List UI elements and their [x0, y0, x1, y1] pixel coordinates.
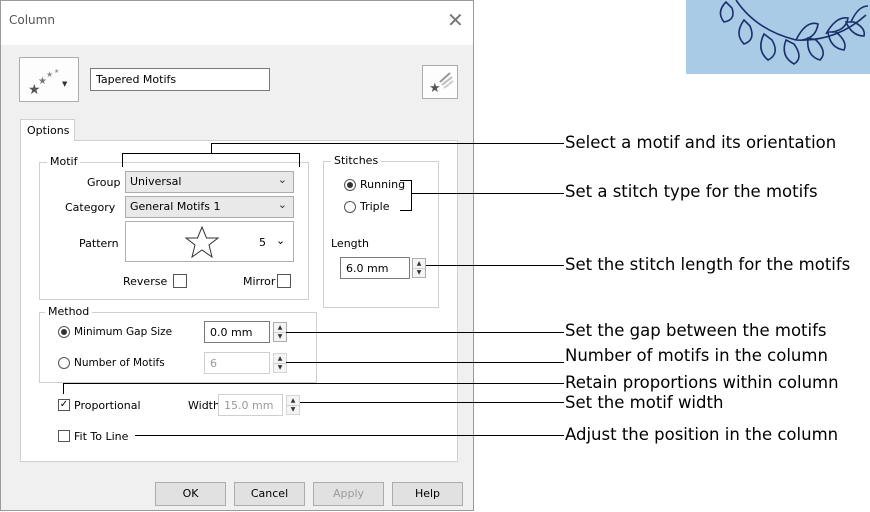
group-dropdown[interactable]: Universal ⌄: [125, 171, 294, 193]
title-bar: Column ✕: [1, 1, 473, 45]
proportions-stem: [63, 383, 64, 394]
spin-down-icon[interactable]: ▼: [274, 332, 286, 341]
group-label: Group: [87, 176, 121, 189]
mirror-label: Mirror: [243, 275, 276, 288]
leader-gap: [286, 332, 564, 333]
length-spinner[interactable]: ▲ ▼: [412, 258, 426, 278]
width-label: Width: [188, 399, 220, 412]
chevron-down-icon: ⌄: [277, 173, 287, 186]
min-gap-field[interactable]: 0.0 mm: [204, 321, 270, 343]
fit-to-line-checkbox[interactable]: [58, 430, 70, 442]
pattern-label: Pattern: [79, 237, 119, 250]
num-motifs-field[interactable]: 6: [204, 352, 270, 374]
reverse-checkbox[interactable]: [173, 274, 187, 288]
min-gap-value: 0.0 mm: [210, 326, 253, 339]
num-motifs-spinner[interactable]: ▲ ▼: [273, 353, 287, 373]
leader-motif-width: [300, 402, 564, 403]
num-motifs-label: Number of Motifs: [74, 357, 165, 369]
motif-bracket-stem: [211, 143, 212, 153]
tab-options[interactable]: Options: [20, 119, 75, 141]
tab-joint: [21, 139, 74, 141]
leader-proportions: [63, 383, 564, 384]
annotation-stitch-type: Set a stitch type for the motifs: [565, 182, 818, 201]
dialog-title: Column: [9, 13, 55, 27]
fit-to-line-label: Fit To Line: [74, 430, 129, 443]
method-legend: Method: [45, 305, 93, 318]
svg-text:★: ★: [429, 81, 441, 96]
stitch-bracket-side: [411, 180, 412, 211]
motif-name-value: Tapered Motifs: [96, 73, 177, 86]
svg-text:★: ★: [54, 68, 59, 75]
stitches-legend: Stitches: [331, 154, 382, 167]
triple-label: Triple: [360, 200, 390, 213]
proportional-label: Proportional: [74, 399, 141, 412]
leader-position: [135, 435, 564, 436]
annotation-proportions: Retain proportions within column: [565, 373, 839, 392]
motif-bracket-left: [122, 153, 123, 167]
embroidery-thumbnail: [686, 0, 870, 74]
motif-name-field[interactable]: Tapered Motifs: [90, 68, 270, 91]
reverse-label: Reverse: [123, 275, 168, 288]
category-dropdown[interactable]: General Motifs 1 ⌄: [125, 196, 294, 218]
close-icon[interactable]: ✕: [447, 10, 464, 30]
chevron-down-icon: ⌄: [276, 234, 286, 247]
annotation-stitch-length: Set the stitch length for the motifs: [565, 255, 851, 274]
leader-motif-orientation: [211, 143, 564, 144]
running-label: Running: [360, 178, 406, 191]
triple-radio[interactable]: [344, 201, 356, 213]
ok-button[interactable]: OK: [155, 482, 226, 506]
help-button[interactable]: Help: [392, 482, 463, 506]
leader-stitch-type: [411, 193, 564, 194]
min-gap-radio[interactable]: [58, 326, 70, 338]
motif-selector-button[interactable]: ★ ★ ★ ★ ▼: [19, 57, 79, 102]
annotation-gap: Set the gap between the motifs: [565, 321, 827, 340]
cancel-button[interactable]: Cancel: [234, 482, 305, 506]
motif-bracket-line: [122, 153, 300, 154]
leaf-motif-icon: [719, 0, 869, 65]
category-label: Category: [65, 201, 116, 214]
length-field[interactable]: 6.0 mm: [340, 257, 410, 279]
leader-stitch-length: [426, 265, 564, 266]
width-value: 15.0 mm: [224, 399, 274, 412]
svg-text:★: ★: [46, 70, 53, 79]
motif-legend: Motif: [47, 155, 81, 168]
mirror-checkbox[interactable]: [277, 274, 291, 288]
annotation-position: Adjust the position in the column: [565, 425, 839, 444]
annotation-num-motifs: Number of motifs in the column: [565, 346, 828, 365]
length-value: 6.0 mm: [346, 262, 389, 275]
width-spinner[interactable]: ▲ ▼: [286, 395, 300, 415]
apply-button[interactable]: Apply: [313, 482, 384, 506]
num-motifs-radio[interactable]: [58, 357, 70, 369]
spin-down-icon[interactable]: ▼: [287, 405, 299, 414]
stars-icon: ★ ★ ★ ★ ▼: [28, 68, 68, 98]
min-gap-label: Minimum Gap Size: [74, 326, 173, 338]
length-label: Length: [331, 237, 369, 250]
width-field[interactable]: 15.0 mm: [218, 394, 283, 416]
running-radio[interactable]: [344, 179, 356, 191]
spin-down-icon[interactable]: ▼: [413, 268, 425, 277]
shooting-star-icon: ★: [429, 72, 454, 96]
star-outline-icon: [184, 226, 220, 258]
chevron-down-icon: ⌄: [277, 198, 287, 211]
apply-tool-button[interactable]: ★: [422, 65, 458, 99]
min-gap-spinner[interactable]: ▲ ▼: [273, 322, 287, 342]
category-value: General Motifs 1: [130, 200, 221, 213]
group-value: Universal: [130, 175, 182, 188]
pattern-picker[interactable]: 5 ⌄: [125, 221, 294, 262]
tab-options-label: Options: [27, 124, 70, 137]
spin-down-icon[interactable]: ▼: [274, 363, 286, 372]
motif-bracket-right: [299, 153, 300, 167]
leader-num-motifs: [286, 362, 564, 363]
annotation-motif-orientation: Select a motif and its orientation: [565, 133, 837, 152]
num-motifs-value: 6: [210, 357, 217, 370]
proportional-checkbox[interactable]: ✓: [58, 399, 70, 411]
svg-text:▼: ▼: [62, 80, 68, 88]
annotation-motif-width: Set the motif width: [565, 393, 724, 412]
pattern-number: 5: [259, 236, 266, 249]
